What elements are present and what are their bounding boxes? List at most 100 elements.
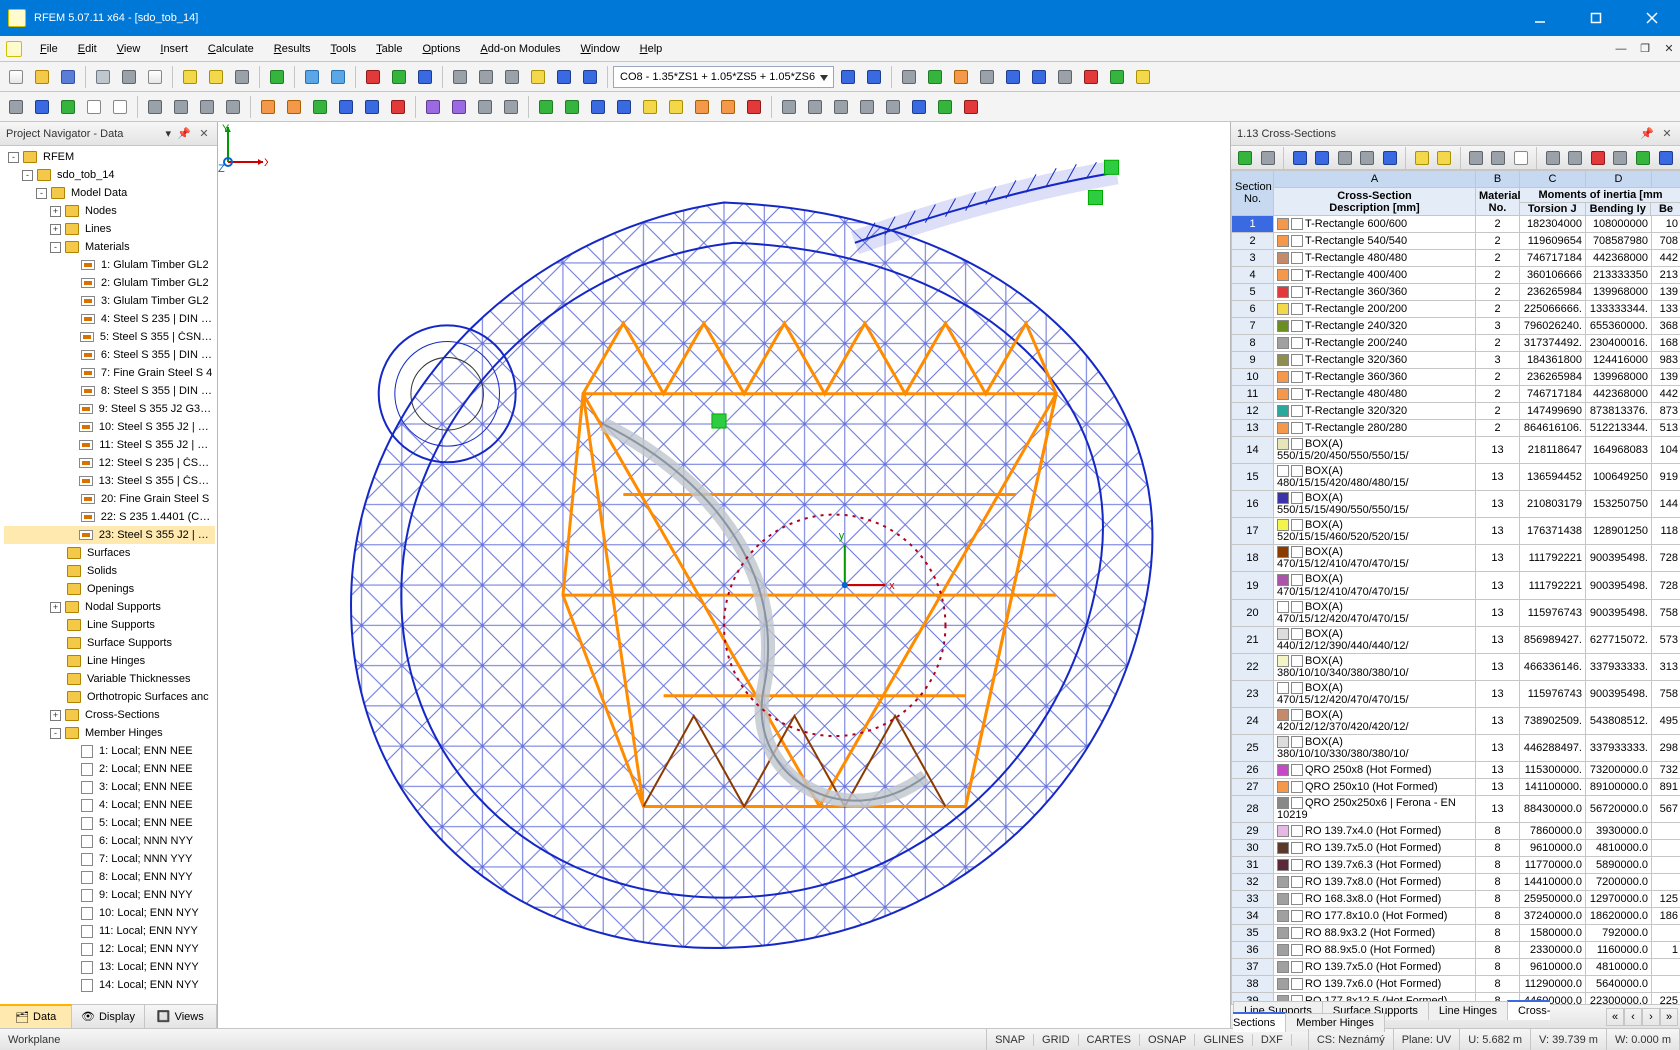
tb2-s5[interactable]: [638, 95, 662, 119]
tree-material-8[interactable]: 8: Steel S 355 | DIN 18: [4, 382, 215, 400]
loadcase-combo[interactable]: CO8 - 1.35*ZS1 + 1.05*ZS5 + 1.05*ZS6: [613, 66, 834, 88]
table-row[interactable]: 14BOX(A) 550/15/20/450/550/550/15/132181…: [1232, 437, 1680, 464]
tab-scroll-next[interactable]: ›: [1642, 1008, 1660, 1026]
table-row[interactable]: 11T-Rectangle 480/4802746717184442368000…: [1232, 386, 1680, 403]
tb-doc[interactable]: [143, 65, 167, 89]
xtb-redo[interactable]: [1434, 148, 1455, 168]
status-cs[interactable]: CS: Neznámý: [1309, 1029, 1394, 1050]
xtb-filter[interactable]: [1465, 148, 1486, 168]
options-icon[interactable]: ▾: [165, 127, 171, 140]
tb2-n1[interactable]: [256, 95, 280, 119]
tb-g5[interactable]: [1001, 65, 1025, 89]
window-maximize-button[interactable]: [1568, 0, 1624, 36]
table-row[interactable]: 12T-Rectangle 320/3202147499690873813376…: [1232, 403, 1680, 420]
table-row[interactable]: 30RO 139.7x5.0 (Hot Formed)89610000.0481…: [1232, 840, 1680, 857]
tree-var-thick[interactable]: Variable Thicknesses: [4, 670, 215, 688]
tree-hinge-4[interactable]: 4: Local; ENN NEE: [4, 796, 215, 814]
tree-nodes[interactable]: +Nodes: [4, 202, 215, 220]
tb-e[interactable]: [552, 65, 576, 89]
tree-root[interactable]: -RFEM: [4, 148, 215, 166]
window-minimize-button[interactable]: [1512, 0, 1568, 36]
tree-model[interactable]: -sdo_tob_14: [4, 166, 215, 184]
tree-material-11[interactable]: 11: Steel S 355 J2 | CSI: [4, 436, 215, 454]
xtb-3[interactable]: [1289, 148, 1310, 168]
xtb-a[interactable]: [1542, 148, 1563, 168]
tree-material-16[interactable]: 23: Steel S 355 J2 | CSI: [4, 526, 215, 544]
tb-open[interactable]: [30, 65, 54, 89]
menu-tools[interactable]: Tools: [320, 39, 366, 59]
tb-layers[interactable]: [265, 65, 289, 89]
tree-hinge-14[interactable]: 14: Local; ENN NYY: [4, 976, 215, 994]
table-row[interactable]: 7T-Rectangle 240/3203796026240.655360000…: [1232, 318, 1680, 335]
tb2-t5[interactable]: [881, 95, 905, 119]
table-row[interactable]: 35RO 88.9x3.2 (Hot Formed)81580000.07920…: [1232, 925, 1680, 942]
menu-insert[interactable]: Insert: [150, 39, 198, 59]
tb-verify[interactable]: [387, 65, 411, 89]
table-row[interactable]: 34RO 177.8x10.0 (Hot Formed)837240000.01…: [1232, 908, 1680, 925]
tb2-s1[interactable]: [534, 95, 558, 119]
menu-file[interactable]: File: [30, 39, 68, 59]
tree-material-5[interactable]: 5: Steel S 355 | ČSN EI: [4, 328, 215, 346]
tb-calc[interactable]: [413, 65, 437, 89]
tree-nodal-supports[interactable]: +Nodal Supports: [4, 598, 215, 616]
tb2-t6[interactable]: [907, 95, 931, 119]
tree-material-7[interactable]: 7: Fine Grain Steel S 4: [4, 364, 215, 382]
menu-calculate[interactable]: Calculate: [198, 39, 264, 59]
tree-model-data[interactable]: -Model Data: [4, 184, 215, 202]
tb2-n5[interactable]: [360, 95, 384, 119]
nav-tab-data[interactable]: 🗂 Data: [0, 1004, 72, 1028]
tree-hinge-9[interactable]: 9: Local; ENN NYY: [4, 886, 215, 904]
nav-tab-display[interactable]: 👁 Display: [72, 1005, 144, 1028]
tb-g7[interactable]: [1053, 65, 1077, 89]
table-row[interactable]: 1T-Rectangle 600/60021823040001080000001…: [1232, 216, 1680, 233]
tab-scroll-first[interactable]: «: [1606, 1008, 1624, 1026]
table-row[interactable]: 28QRO 250x250x6 | Ferona - EN 1021913884…: [1232, 796, 1680, 823]
tb2-t4[interactable]: [855, 95, 879, 119]
tb-d[interactable]: [526, 65, 550, 89]
tree-hinge-11[interactable]: 11: Local; ENN NYY: [4, 922, 215, 940]
table-row[interactable]: 6T-Rectangle 200/2002225066666.133333344…: [1232, 301, 1680, 318]
mdi-close-button[interactable]: ✕: [1658, 39, 1680, 59]
tb2-rotate[interactable]: [56, 95, 80, 119]
close-panel-icon[interactable]: ✕: [1660, 127, 1674, 141]
tree-hinge-1[interactable]: 1: Local; ENN NEE: [4, 742, 215, 760]
tb-print-view[interactable]: [117, 65, 141, 89]
tree-hinge-13[interactable]: 13: Local; ENN NYY: [4, 958, 215, 976]
tb2-t7[interactable]: [933, 95, 957, 119]
table-tab-line-hinges[interactable]: Line Hinges: [1428, 1001, 1508, 1020]
project-navigator-tree[interactable]: -RFEM-sdo_tob_14-Model Data+Nodes+Lines-…: [0, 146, 217, 1004]
table-row[interactable]: 10T-Rectangle 360/3602236265984139968000…: [1232, 369, 1680, 386]
table-row[interactable]: 27QRO 250x10 (Hot Formed)13141100000.891…: [1232, 779, 1680, 796]
table-row[interactable]: 5T-Rectangle 360/36022362659841399680001…: [1232, 284, 1680, 301]
tb2-m4[interactable]: [499, 95, 523, 119]
tb2-t3[interactable]: [829, 95, 853, 119]
tb2-n2[interactable]: [282, 95, 306, 119]
tb2-t1[interactable]: [777, 95, 801, 119]
table-row[interactable]: 16BOX(A) 550/15/15/490/550/550/15/132108…: [1232, 491, 1680, 518]
menu-options[interactable]: Options: [412, 39, 470, 59]
tree-material-2[interactable]: 2: Glulam Timber GL2: [4, 274, 215, 292]
xtb-undo[interactable]: [1411, 148, 1432, 168]
tb2-n4[interactable]: [334, 95, 358, 119]
menu-table[interactable]: Table: [366, 39, 412, 59]
tb2-move[interactable]: [30, 95, 54, 119]
tb-g6[interactable]: [1027, 65, 1051, 89]
table-row[interactable]: 31RO 139.7x6.3 (Hot Formed)811770000.058…: [1232, 857, 1680, 874]
table-row[interactable]: 32RO 139.7x8.0 (Hot Formed)814410000.072…: [1232, 874, 1680, 891]
close-panel-icon[interactable]: ✕: [197, 127, 211, 141]
menu-results[interactable]: Results: [264, 39, 321, 59]
cross-sections-table[interactable]: Section No. A B C D Cross-SectionDescrip…: [1231, 170, 1680, 1004]
table-row[interactable]: 36RO 88.9x5.0 (Hot Formed)82330000.01160…: [1232, 942, 1680, 959]
menu-window[interactable]: Window: [571, 39, 630, 59]
tb-next[interactable]: [862, 65, 886, 89]
table-row[interactable]: 3T-Rectangle 480/48027467171844423680004…: [1232, 250, 1680, 267]
xtb-6[interactable]: [1357, 148, 1378, 168]
tb2-v1[interactable]: [143, 95, 167, 119]
xtb-4[interactable]: [1312, 148, 1333, 168]
status-toggle-dxf[interactable]: DXF: [1253, 1034, 1292, 1046]
mdi-minimize-button[interactable]: —: [1610, 39, 1632, 59]
tree-openings[interactable]: Openings: [4, 580, 215, 598]
table-row[interactable]: 20BOX(A) 470/15/12/420/470/470/15/131159…: [1232, 599, 1680, 626]
table-row[interactable]: 24BOX(A) 420/12/12/370/420/420/12/137389…: [1232, 707, 1680, 734]
tb-g8[interactable]: [1079, 65, 1103, 89]
